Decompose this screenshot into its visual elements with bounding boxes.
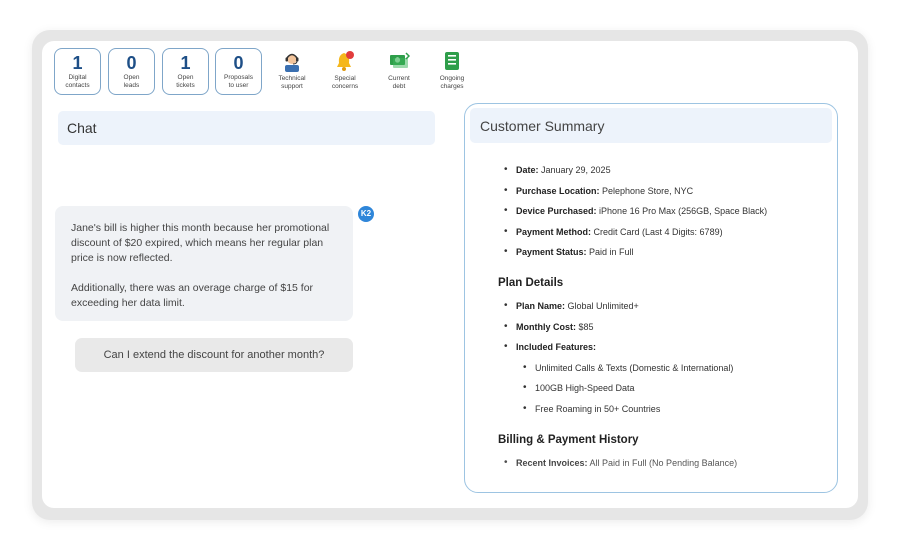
plan-list: Plan Name: Global Unlimited+ Monthly Cos… bbox=[498, 296, 828, 420]
billing-heading: Billing & Payment History bbox=[498, 433, 639, 446]
tool-label: Special concerns bbox=[331, 75, 359, 90]
list-item: Plan Name: Global Unlimited+ bbox=[498, 296, 828, 317]
suggestion-button[interactable]: Can I extend the discount for another mo… bbox=[75, 338, 353, 372]
message-paragraph: Jane's bill is higher this month because… bbox=[71, 222, 330, 264]
stat-value: 1 bbox=[72, 53, 83, 73]
charges-sheet-icon bbox=[445, 52, 459, 70]
technical-support-button[interactable]: Technical support bbox=[265, 50, 319, 98]
stat-proposals-to-user[interactable]: 0 Proposals to user bbox=[215, 48, 262, 95]
customer-summary-body: Date: January 29, 2025 Purchase Location… bbox=[498, 160, 828, 473]
feature-item: Unlimited Calls & Texts (Domestic & Inte… bbox=[498, 358, 828, 379]
stat-label: Digital contacts bbox=[65, 74, 90, 89]
feature-item: Free Roaming in 50+ Countries bbox=[498, 399, 828, 420]
billing-list: Recent Invoices: All Paid in Full (No Pe… bbox=[498, 453, 828, 474]
list-item: Date: January 29, 2025 bbox=[498, 160, 828, 181]
tool-label: Current debt bbox=[388, 75, 410, 90]
stat-value: 0 bbox=[233, 53, 244, 73]
bell-alert-icon bbox=[337, 51, 354, 71]
list-item: Monthly Cost: $85 bbox=[498, 317, 828, 338]
stat-label: Open leads bbox=[123, 74, 140, 89]
chat-header: Chat bbox=[58, 111, 435, 145]
customer-summary-header: Customer Summary bbox=[470, 108, 832, 143]
stat-open-tickets[interactable]: 1 Open tickets bbox=[162, 48, 209, 95]
plan-details-heading: Plan Details bbox=[498, 276, 564, 289]
list-item: Recent Invoices: All Paid in Full (No Pe… bbox=[498, 453, 828, 474]
stat-label: Proposals to user bbox=[224, 74, 253, 89]
stat-open-leads[interactable]: 0 Open leads bbox=[108, 48, 155, 95]
stat-label: Open tickets bbox=[176, 74, 195, 89]
money-bill-icon bbox=[390, 52, 410, 68]
ongoing-charges-button[interactable]: Ongoing charges bbox=[425, 50, 479, 98]
assistant-message: Jane's bill is higher this month because… bbox=[55, 206, 353, 321]
special-concerns-button[interactable]: Special concerns bbox=[318, 50, 372, 98]
stat-digital-contacts[interactable]: 1 Digital contacts bbox=[54, 48, 101, 95]
current-debt-button[interactable]: Current debt bbox=[372, 50, 426, 98]
stat-value: 1 bbox=[180, 53, 191, 73]
tool-label: Technical support bbox=[278, 75, 306, 90]
list-item: Included Features: bbox=[498, 337, 828, 358]
stat-value: 0 bbox=[126, 53, 137, 73]
list-item: Device Purchased: iPhone 16 Pro Max (256… bbox=[498, 201, 828, 222]
assistant-avatar: K2 bbox=[358, 206, 374, 222]
technical-support-icon bbox=[285, 53, 299, 72]
tool-label: Ongoing charges bbox=[439, 75, 465, 90]
list-item: Purchase Location: Pelephone Store, NYC bbox=[498, 181, 828, 202]
purchase-list: Date: January 29, 2025 Purchase Location… bbox=[498, 160, 828, 263]
feature-item: 100GB High-Speed Data bbox=[498, 378, 828, 399]
list-item: Payment Status: Paid in Full bbox=[498, 242, 828, 263]
list-item: Payment Method: Credit Card (Last 4 Digi… bbox=[498, 222, 828, 243]
message-paragraph: Additionally, there was an overage charg… bbox=[71, 282, 314, 309]
